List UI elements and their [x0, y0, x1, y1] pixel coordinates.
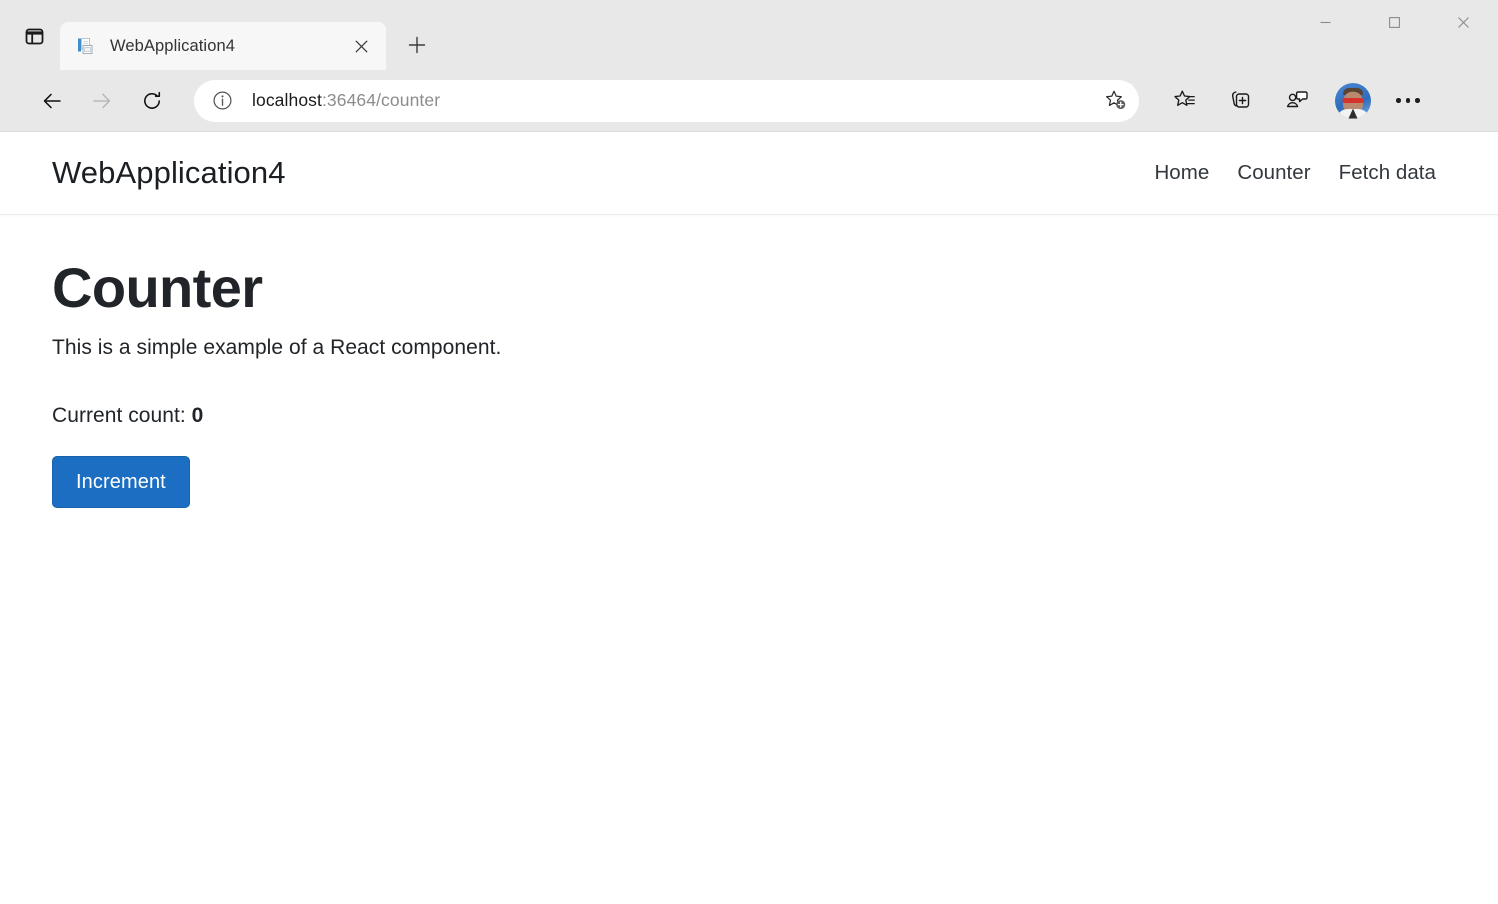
increment-button[interactable]: Increment: [52, 456, 190, 508]
reload-button[interactable]: [132, 81, 172, 121]
add-favorite-button[interactable]: [1097, 83, 1133, 119]
tab-actions-button[interactable]: [16, 18, 52, 54]
tab-close-button[interactable]: [346, 31, 376, 61]
current-count-value: 0: [192, 404, 204, 427]
browser-toolbar: localhost:36464/counter: [0, 70, 1498, 132]
split-pane-icon: [25, 27, 44, 46]
minimize-button[interactable]: [1291, 0, 1360, 44]
page-title: Counter: [52, 257, 1446, 320]
browser-title-bar: WebApplication4: [0, 0, 1498, 70]
browser-essentials-icon: [1284, 88, 1309, 113]
site-header: WebApplication4 Home Counter Fetch data: [0, 132, 1498, 215]
page-content: Counter This is a simple example of a Re…: [0, 215, 1498, 508]
plus-icon: [408, 36, 426, 54]
favorites-button[interactable]: [1163, 81, 1205, 121]
back-button[interactable]: [32, 81, 72, 121]
settings-and-more-button[interactable]: [1387, 81, 1429, 121]
url-path: :36464/counter: [322, 90, 440, 110]
arrow-right-icon: [91, 90, 113, 112]
url-text[interactable]: localhost:36464/counter: [252, 90, 1097, 111]
maximize-icon: [1388, 16, 1401, 29]
close-window-button[interactable]: [1429, 0, 1498, 44]
maximize-button[interactable]: [1360, 0, 1429, 44]
new-tab-button[interactable]: [398, 26, 436, 64]
forward-button[interactable]: [82, 81, 122, 121]
ellipsis-icon: [1406, 98, 1411, 103]
collections-button[interactable]: [1219, 81, 1261, 121]
tab-title: WebApplication4: [110, 37, 346, 56]
close-icon: [355, 40, 368, 53]
ellipsis-icon: [1415, 98, 1420, 103]
star-plus-icon: [1104, 89, 1127, 112]
page-viewport: WebApplication4 Home Counter Fetch data …: [0, 132, 1498, 904]
star-list-icon: [1172, 88, 1197, 113]
avatar-sunglasses: [1343, 98, 1364, 104]
tab-strip: WebApplication4: [60, 14, 436, 70]
brand-link[interactable]: WebApplication4: [52, 155, 286, 191]
close-icon: [1457, 16, 1470, 29]
collections-plus-icon: [1228, 88, 1253, 113]
url-host: localhost: [252, 90, 322, 110]
nav-link-counter[interactable]: Counter: [1237, 161, 1310, 185]
minimize-icon: [1319, 16, 1332, 29]
toolbar-actions: [1149, 81, 1435, 121]
profile-avatar[interactable]: [1335, 83, 1371, 119]
current-count-line: Current count: 0: [52, 404, 1446, 428]
info-circle-icon[interactable]: [208, 87, 236, 115]
browser-tab[interactable]: WebApplication4: [60, 22, 386, 70]
reload-icon: [141, 90, 163, 112]
arrow-left-icon: [41, 90, 63, 112]
address-bar[interactable]: localhost:36464/counter: [194, 80, 1139, 122]
browser-essentials-button[interactable]: [1275, 81, 1317, 121]
ellipsis-icon: [1396, 98, 1401, 103]
main-navigation: Home Counter Fetch data: [1154, 161, 1436, 185]
document-page-icon: [76, 36, 96, 56]
window-controls: [1291, 0, 1498, 44]
nav-link-fetch-data[interactable]: Fetch data: [1339, 161, 1436, 185]
current-count-label: Current count:: [52, 404, 192, 427]
page-description: This is a simple example of a React comp…: [52, 336, 1446, 360]
nav-link-home[interactable]: Home: [1154, 161, 1209, 185]
browser-window: WebApplication4: [0, 0, 1498, 904]
